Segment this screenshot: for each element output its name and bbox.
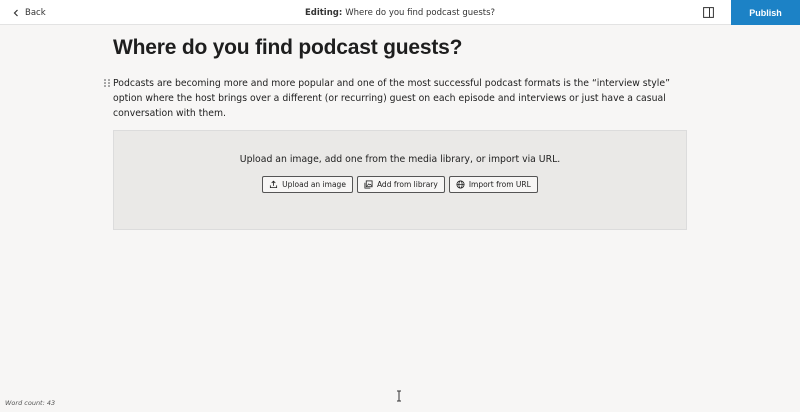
image-block-placeholder: Upload an image, add one from the media … [113,130,687,230]
upload-icon [270,180,278,189]
back-button[interactable]: Back [12,0,46,25]
add-from-library-label: Add from library [376,180,438,189]
text-cursor-icon [397,390,401,402]
chevron-left-icon [13,9,18,16]
drag-handle-icon[interactable] [104,79,110,87]
settings-panel-toggle[interactable] [701,5,716,20]
image-block-actions: Upload an image Add from library Import … [114,176,686,193]
word-count: Word count: 43 [5,399,56,407]
add-from-library-button[interactable]: Add from library [356,176,445,193]
sidebar-panel-icon [703,7,714,18]
editor-toolbar: Back Editing: Where do you find podcast … [0,0,800,25]
post-title[interactable]: Where do you find podcast guests? [113,36,462,60]
editing-post-title: Where do you find podcast guests? [345,7,496,18]
upload-image-label: Upload an image [282,180,346,189]
back-label: Back [25,7,46,18]
import-from-url-label: Import from URL [468,180,531,189]
globe-icon [456,180,465,189]
upload-image-button[interactable]: Upload an image [262,176,353,193]
paragraph-block[interactable]: Podcasts are becoming more and more popu… [113,76,688,121]
media-library-icon [364,180,373,189]
image-block-instructions: Upload an image, add one from the media … [239,154,561,165]
editing-status: Editing: Where do you find podcast guest… [0,0,800,25]
publish-button[interactable]: Publish [731,0,800,25]
editing-label: Editing: [304,7,343,18]
import-from-url-button[interactable]: Import from URL [448,176,538,193]
